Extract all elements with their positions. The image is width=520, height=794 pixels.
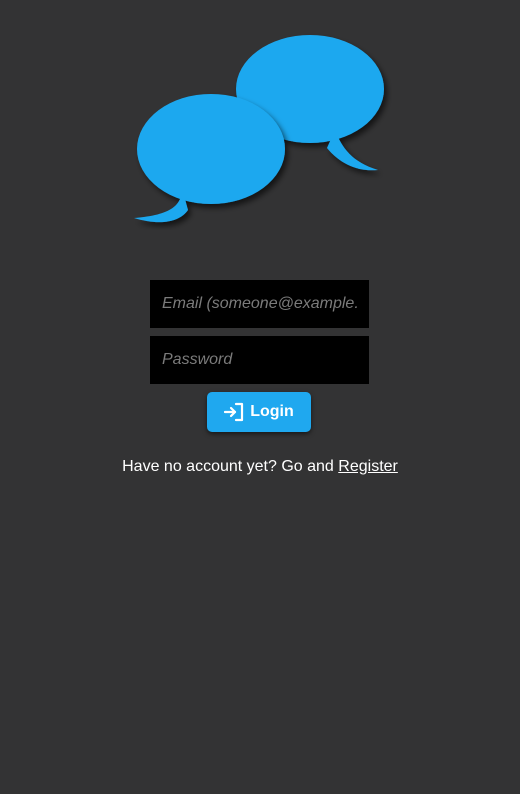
register-link[interactable]: Register — [338, 458, 398, 475]
password-input[interactable] — [150, 336, 369, 384]
login-button-label: Login — [250, 403, 294, 420]
sign-in-icon — [224, 402, 244, 422]
login-form — [150, 280, 369, 384]
login-page: Login Have no account yet? Go and Regist… — [0, 0, 520, 794]
signup-prompt-text: Have no account yet? Go and — [122, 458, 334, 475]
signup-prompt: Have no account yet? Go and Register — [0, 458, 520, 476]
email-input[interactable] — [150, 280, 369, 328]
login-button[interactable]: Login — [207, 392, 311, 432]
chat-bubbles-icon — [134, 35, 384, 223]
